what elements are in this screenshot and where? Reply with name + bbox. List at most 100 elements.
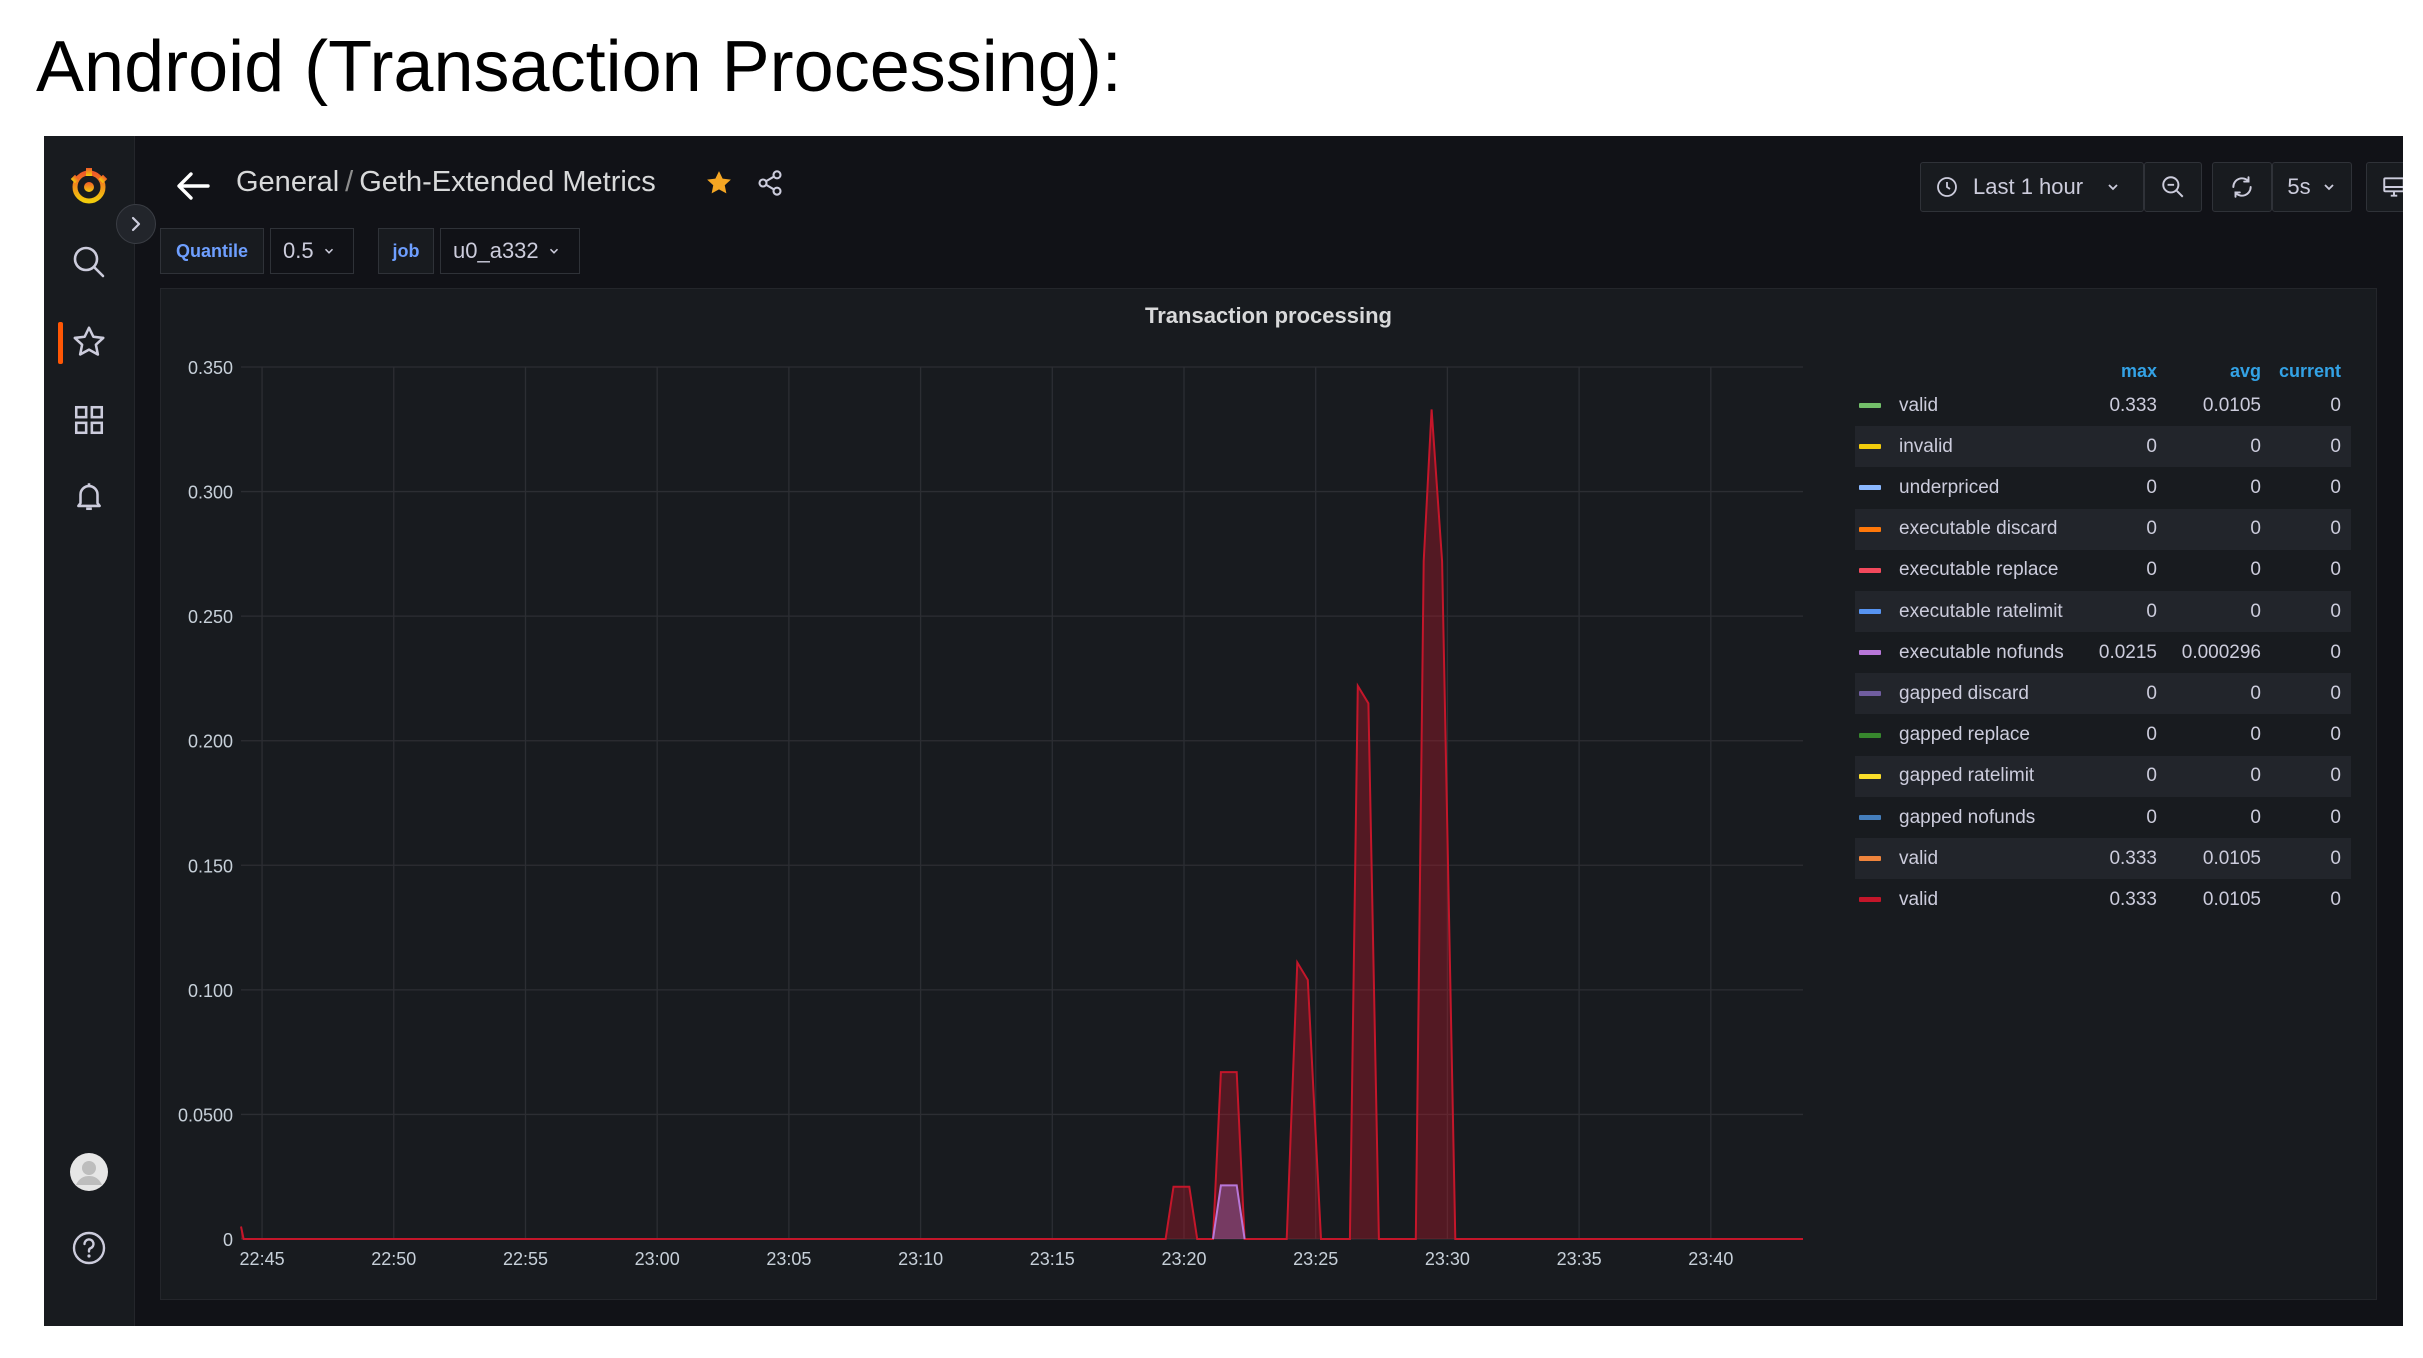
y-tick-label: 0 — [223, 1230, 233, 1250]
legend-value-current: 0 — [2330, 394, 2341, 416]
time-range-picker[interactable]: Last 1 hour — [1920, 162, 2144, 212]
x-tick-label: 23:10 — [898, 1249, 943, 1269]
legend-value-current: 0 — [2330, 724, 2341, 746]
legend-color-swatch[interactable] — [1859, 403, 1881, 408]
legend-item[interactable]: underpriced 0 0 0 — [1855, 467, 2351, 508]
legend-color-swatch[interactable] — [1859, 609, 1881, 614]
x-tick-label: 23:15 — [1030, 1249, 1075, 1269]
legend-value-avg: 0 — [2250, 806, 2261, 828]
y-axis: 0 0.0500 0.100 0.150 0.200 0.250 0.300 0.350 — [178, 358, 233, 1250]
x-axis: 22:45 22:50 22:55 23:00 23:05 23:10 23:15 23:20… — [240, 1249, 1734, 1269]
legend-color-swatch[interactable] — [1859, 567, 1881, 573]
legend-value-current: 0 — [2330, 888, 2341, 910]
legend-value-max: 0 — [2146, 724, 2157, 746]
legend-item[interactable]: valid 0.333 0.0105 0 — [1855, 879, 2351, 920]
legend-value-max: 0 — [2146, 765, 2157, 787]
x-tick-label: 22:45 — [240, 1249, 285, 1269]
chevron-down-icon — [2108, 184, 2118, 191]
x-tick-label: 23:40 — [1688, 1249, 1733, 1269]
legend-item[interactable]: valid 0.333 0.0105 0 — [1855, 838, 2351, 880]
search-icon[interactable] — [67, 240, 111, 284]
legend-color-swatch[interactable] — [1859, 526, 1881, 532]
x-tick-label: 23:35 — [1557, 1249, 1602, 1269]
y-tick-label: 0.100 — [188, 981, 233, 1001]
legend-value-current: 0 — [2330, 806, 2341, 828]
graph-panel: Transaction processing 0 0.0500 0.100 0.150… — [160, 288, 2377, 1300]
legend-item[interactable]: gapped nofunds 0 0 0 — [1855, 797, 2351, 838]
legend-item[interactable]: executable nofunds 0.0215 0.000296 0 — [1855, 632, 2351, 673]
legend-value-avg: 0 — [2250, 765, 2261, 787]
legend-item[interactable]: gapped ratelimit 0 0 0 — [1855, 755, 2351, 797]
legend-value-avg: 0 — [2250, 518, 2261, 540]
time-range-label: Last 1 hour — [1973, 174, 2084, 199]
legend-value-current: 0 — [2330, 600, 2341, 622]
legend-value-current: 0 — [2330, 476, 2341, 498]
legend-item[interactable]: valid 0.333 0.0105 0 — [1855, 385, 2351, 426]
breadcrumb-folder[interactable]: General — [236, 166, 339, 198]
legend-item[interactable]: invalid 0 0 0 — [1855, 426, 2351, 468]
variable-label-job: job — [378, 228, 434, 274]
variable-select-quantile[interactable]: 0.5 — [270, 228, 354, 274]
favorite-star-icon[interactable] — [704, 168, 734, 203]
variable-select-job[interactable]: u0_a332 — [440, 228, 580, 274]
legend-value-avg: 0.0105 — [2202, 847, 2261, 869]
chart-area[interactable]: 0 0.0500 0.100 0.150 0.200 0.250 0.300 0.350 22… — [161, 289, 1841, 1299]
legend-value-max: 0.333 — [2109, 888, 2157, 910]
legend-value-current: 0 — [2330, 847, 2341, 869]
legend-value-max: 0.0215 — [2098, 641, 2157, 663]
expand-sidebar-button[interactable] — [116, 204, 156, 244]
legend-item[interactable]: executable replace 0 0 0 — [1855, 550, 2351, 591]
chevron-down-icon — [2323, 184, 2334, 191]
zoom-out-button[interactable] — [2144, 162, 2202, 212]
back-arrow-icon[interactable] — [174, 168, 212, 209]
refresh-icon — [2232, 176, 2252, 198]
legend-value-current: 0 — [2330, 435, 2341, 457]
legend-value-avg: 0.0105 — [2202, 394, 2261, 416]
legend-color-swatch[interactable] — [1859, 773, 1881, 779]
grafana-logo-icon[interactable] — [67, 164, 111, 208]
starred-icon[interactable] — [67, 320, 111, 364]
active-indicator — [58, 322, 63, 364]
legend-color-swatch[interactable] — [1859, 444, 1881, 450]
legend-color-swatch[interactable] — [1859, 650, 1881, 656]
legend-color-swatch[interactable] — [1859, 897, 1881, 903]
legend-item[interactable]: executable discard 0 0 0 — [1855, 508, 2351, 550]
clock-icon — [1937, 177, 1957, 197]
legend-color-swatch[interactable] — [1859, 485, 1881, 491]
legend-item[interactable]: executable ratelimit 0 0 0 — [1855, 591, 2351, 632]
legend-header-current[interactable]: current — [2265, 361, 2341, 382]
legend-value-avg: 0.0105 — [2202, 888, 2261, 910]
legend-header-max[interactable]: max — [2105, 361, 2157, 382]
refresh-interval-picker[interactable]: 5s — [2272, 162, 2352, 212]
legend-value-max: 0 — [2146, 600, 2157, 622]
share-icon[interactable] — [756, 169, 784, 202]
refresh-button[interactable] — [2212, 162, 2272, 212]
y-tick-label: 0.150 — [188, 856, 233, 876]
legend-value-current: 0 — [2330, 559, 2341, 581]
legend-value-avg: 0 — [2250, 724, 2261, 746]
legend-value-avg: 0 — [2250, 682, 2261, 704]
legend-color-swatch[interactable] — [1859, 691, 1881, 697]
breadcrumb: General / Geth-Extended Metrics — [236, 166, 656, 199]
legend-value-max: 0 — [2146, 806, 2157, 828]
help-icon[interactable] — [67, 1226, 111, 1270]
user-avatar[interactable] — [67, 1150, 111, 1194]
x-tick-label: 23:00 — [635, 1249, 680, 1269]
breadcrumb-dashboard[interactable]: Geth-Extended Metrics — [359, 166, 656, 198]
legend-color-swatch[interactable] — [1859, 815, 1881, 820]
x-tick-label: 23:20 — [1161, 1249, 1206, 1269]
legend-value-max: 0 — [2146, 476, 2157, 498]
legend-item[interactable]: gapped discard 0 0 0 — [1855, 673, 2351, 715]
tv-mode-button[interactable] — [2366, 162, 2403, 212]
alerting-bell-icon[interactable] — [67, 474, 111, 518]
legend-value-max: 0 — [2146, 518, 2157, 540]
dashboards-icon[interactable] — [67, 398, 111, 442]
legend-item[interactable]: gapped replace 0 0 0 — [1855, 715, 2351, 756]
legend-color-swatch[interactable] — [1859, 856, 1881, 862]
sidebar — [44, 136, 135, 1326]
y-tick-label: 0.350 — [188, 358, 233, 378]
variable-value-quantile: 0.5 — [283, 238, 314, 263]
monitor-icon — [2383, 177, 2403, 197]
legend-header-avg[interactable]: avg — [2191, 361, 2261, 382]
legend-color-swatch[interactable] — [1859, 732, 1881, 738]
